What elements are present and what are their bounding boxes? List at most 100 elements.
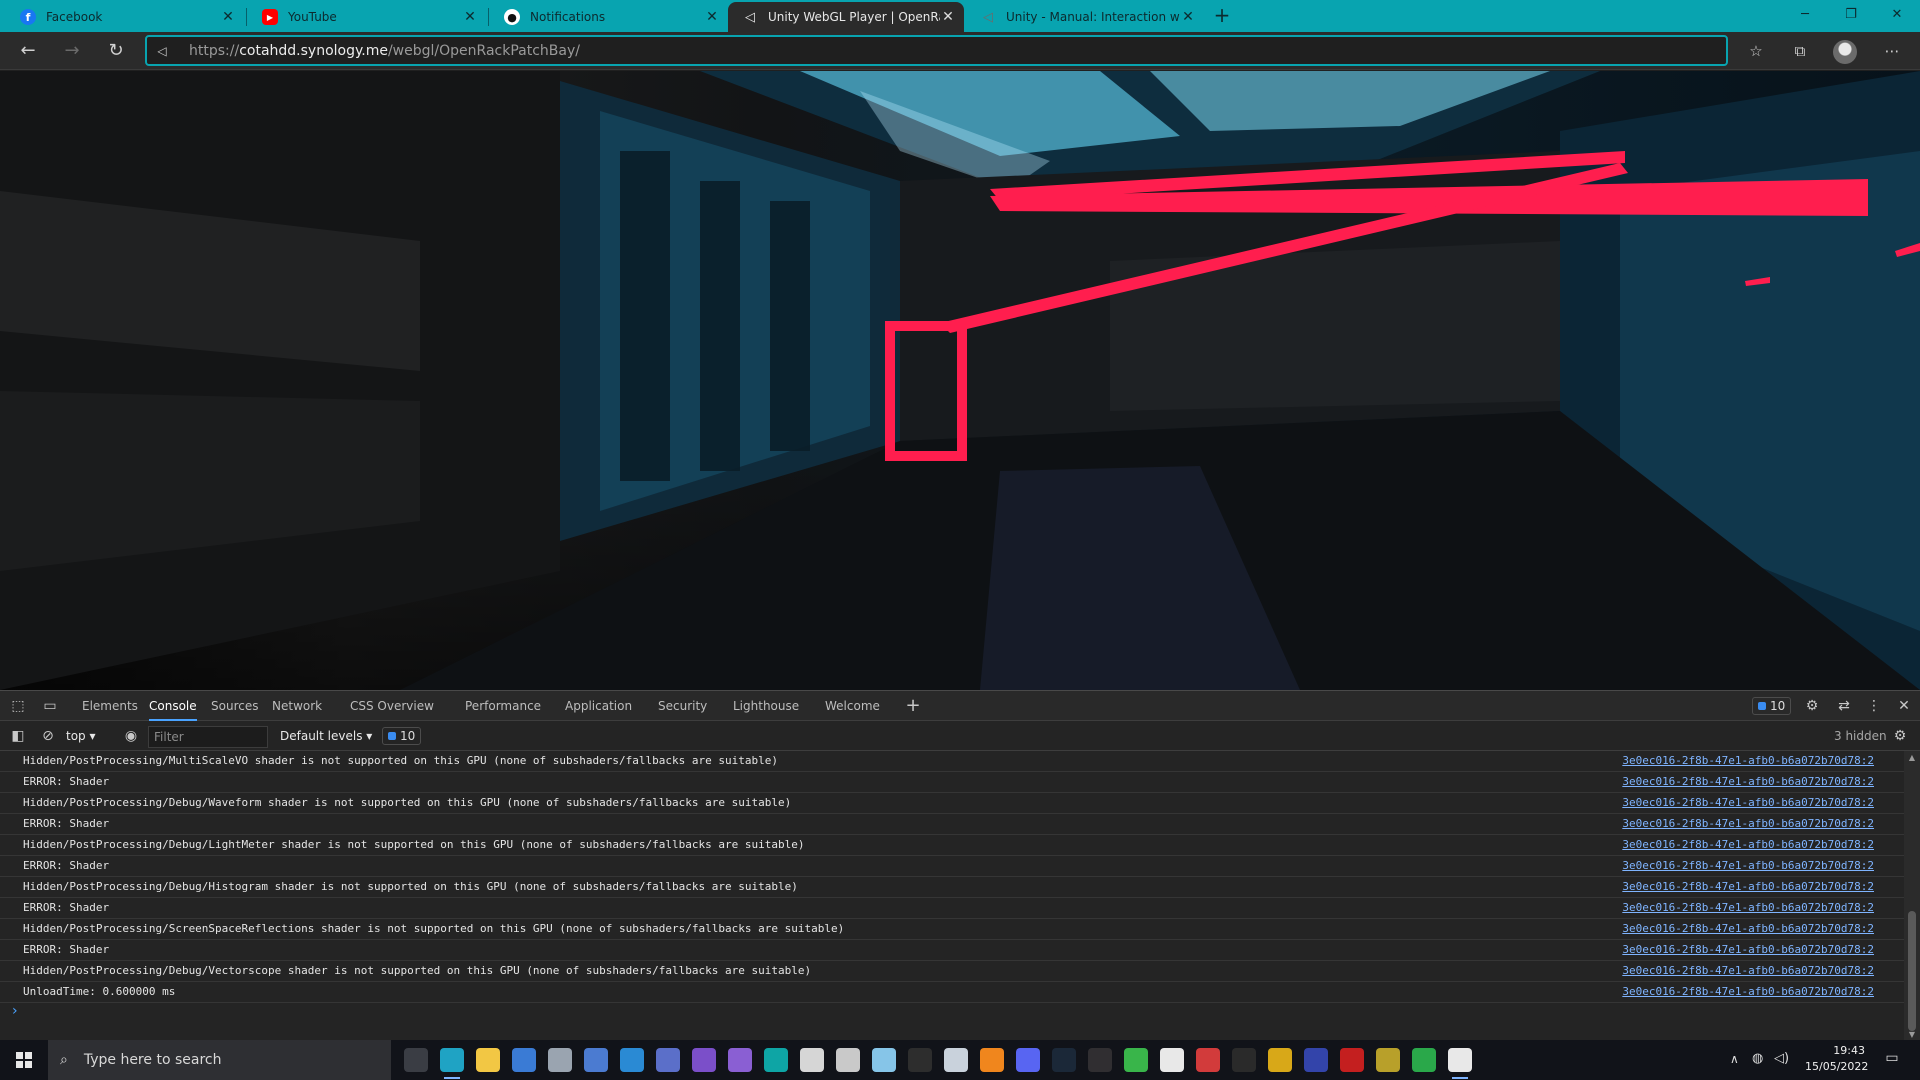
app-icon-12[interactable] <box>800 1048 824 1072</box>
collections-icon[interactable]: ⧉ <box>1786 37 1814 65</box>
tab-sources[interactable]: Sources <box>211 691 258 721</box>
network-icon[interactable]: ◍ <box>1752 1051 1763 1066</box>
close-window-button[interactable]: ✕ <box>1874 0 1920 32</box>
app-icon-6[interactable] <box>584 1048 608 1072</box>
arduino-icon[interactable] <box>764 1048 788 1072</box>
app-icon-27[interactable] <box>1340 1048 1364 1072</box>
app-icon-28[interactable] <box>1376 1048 1400 1072</box>
url-text[interactable]: https://cotahdd.synology.me/webgl/OpenRa… <box>177 43 580 59</box>
scrollbar-thumb[interactable] <box>1908 911 1916 1031</box>
site-info-icon[interactable]: ◁ <box>147 44 177 58</box>
reload-button[interactable]: ↻ <box>102 37 130 65</box>
console-prompt[interactable]: › <box>12 1003 18 1019</box>
tab-css-overview[interactable]: CSS Overview <box>350 691 434 721</box>
source-link[interactable]: 3e0ec016-2f8b-47e1-afb0-b6a072b70d78:2 <box>1622 919 1874 939</box>
close-devtools-icon[interactable]: ✕ <box>1894 697 1914 715</box>
app-icon-16[interactable] <box>944 1048 968 1072</box>
tab-facebook[interactable]: f Facebook ✕ <box>6 2 244 32</box>
favorites-star-icon[interactable]: ☆ <box>1742 37 1770 65</box>
unity-hub-icon[interactable] <box>1160 1048 1184 1072</box>
blender-icon[interactable] <box>980 1048 1004 1072</box>
tab-network[interactable]: Network <box>272 691 322 721</box>
edge-icon[interactable] <box>440 1048 464 1079</box>
devtools-menu-icon[interactable]: ⋮ <box>1864 697 1884 715</box>
close-tab-icon[interactable]: ✕ <box>940 9 956 25</box>
source-link[interactable]: 3e0ec016-2f8b-47e1-afb0-b6a072b70d78:2 <box>1622 982 1874 1002</box>
profile-avatar[interactable] <box>1833 40 1857 64</box>
new-tab-button[interactable]: + <box>1210 4 1234 28</box>
taskbar-clock[interactable]: 19:43 15/05/2022 <box>1805 1043 1868 1075</box>
store-icon[interactable] <box>512 1048 536 1072</box>
notifications-icon[interactable]: ▭ <box>1882 1050 1902 1070</box>
tab-security[interactable]: Security <box>658 691 707 721</box>
console-filter-input[interactable] <box>148 726 268 748</box>
tab-unity-webgl-player[interactable]: ◁ Unity WebGL Player | OpenRackF ✕ <box>728 2 964 32</box>
close-tab-icon[interactable]: ✕ <box>220 9 236 25</box>
taskbar-search-box[interactable]: ⌕ Type here to search <box>48 1040 391 1080</box>
source-link[interactable]: 3e0ec016-2f8b-47e1-afb0-b6a072b70d78:2 <box>1622 877 1874 897</box>
restore-button[interactable]: ❐ <box>1828 0 1874 32</box>
steam-icon[interactable] <box>1052 1048 1076 1072</box>
source-link[interactable]: 3e0ec016-2f8b-47e1-afb0-b6a072b70d78:2 <box>1622 835 1874 855</box>
app-icon-14[interactable] <box>872 1048 896 1072</box>
close-tab-icon[interactable]: ✕ <box>462 9 478 25</box>
tab-performance[interactable]: Performance <box>465 691 541 721</box>
source-link[interactable]: 3e0ec016-2f8b-47e1-afb0-b6a072b70d78:2 <box>1622 940 1874 960</box>
sidebar-toggle-icon[interactable]: ◧ <box>8 727 28 745</box>
source-link[interactable]: 3e0ec016-2f8b-47e1-afb0-b6a072b70d78:2 <box>1622 751 1874 771</box>
console-scrollbar[interactable]: ▲ ▼ <box>1904 751 1920 1041</box>
tab-lighthouse[interactable]: Lighthouse <box>733 691 799 721</box>
tab-console[interactable]: Console <box>149 691 197 721</box>
xbox-icon[interactable] <box>1124 1048 1148 1072</box>
issues-counter-badge[interactable]: 10 <box>1752 697 1792 715</box>
source-link[interactable]: 3e0ec016-2f8b-47e1-afb0-b6a072b70d78:2 <box>1622 793 1874 813</box>
close-tab-icon[interactable]: ✕ <box>1180 9 1196 25</box>
obs-icon[interactable] <box>1088 1048 1112 1072</box>
source-link[interactable]: 3e0ec016-2f8b-47e1-afb0-b6a072b70d78:2 <box>1622 814 1874 834</box>
terminal-icon[interactable] <box>908 1048 932 1072</box>
app-icon-26[interactable] <box>1304 1048 1328 1072</box>
github-desktop-icon[interactable] <box>728 1048 752 1072</box>
live-expression-eye-icon[interactable]: ◉ <box>121 727 141 745</box>
file-explorer-icon[interactable] <box>476 1048 500 1072</box>
source-link[interactable]: 3e0ec016-2f8b-47e1-afb0-b6a072b70d78:2 <box>1622 961 1874 981</box>
visual-studio-code-icon[interactable] <box>620 1048 644 1072</box>
visual-studio-icon[interactable] <box>692 1048 716 1072</box>
source-link[interactable]: 3e0ec016-2f8b-47e1-afb0-b6a072b70d78:2 <box>1622 772 1874 792</box>
windows-start-icon[interactable] <box>4 1040 44 1080</box>
app-icon-24[interactable] <box>1232 1048 1256 1072</box>
forward-button[interactable]: → <box>58 37 86 65</box>
more-tools-plus-icon[interactable]: + <box>903 697 923 715</box>
unity-icon[interactable] <box>1448 1048 1472 1079</box>
more-menu-icon[interactable]: ⋯ <box>1878 37 1906 65</box>
scroll-up-arrow-icon[interactable]: ▲ <box>1904 753 1920 762</box>
unity-webgl-canvas[interactable] <box>0 71 1920 690</box>
settings-gear-icon[interactable]: ⚙ <box>1802 697 1822 715</box>
minimize-button[interactable]: ─ <box>1782 0 1828 32</box>
app-icon-25[interactable] <box>1268 1048 1292 1072</box>
inspect-element-icon[interactable]: ⬚ <box>8 697 28 715</box>
log-levels-dropdown[interactable]: Default levels ▾ <box>280 727 372 745</box>
context-selector[interactable]: top ▾ <box>66 727 110 745</box>
close-tab-icon[interactable]: ✕ <box>704 9 720 25</box>
app-icon-23[interactable] <box>1196 1048 1220 1072</box>
tab-unity-manual[interactable]: ◁ Unity - Manual: Interaction with ✕ <box>966 2 1204 32</box>
message-count-badge[interactable]: 10 <box>382 727 422 745</box>
address-bar[interactable]: ◁ https://cotahdd.synology.me/webgl/Open… <box>145 35 1728 66</box>
device-emulation-icon[interactable]: ▭ <box>40 697 60 715</box>
discord-icon[interactable] <box>1016 1048 1040 1072</box>
volume-icon[interactable]: ◁) <box>1774 1051 1789 1066</box>
tab-welcome[interactable]: Welcome <box>825 691 880 721</box>
task-view-icon[interactable] <box>404 1048 428 1072</box>
app-icon-5[interactable] <box>548 1048 572 1072</box>
tab-youtube[interactable]: ▶ YouTube ✕ <box>248 2 486 32</box>
tab-elements[interactable]: Elements <box>82 691 138 721</box>
tab-notifications[interactable]: ● Notifications ✕ <box>490 2 728 32</box>
app-icon-8[interactable] <box>656 1048 680 1072</box>
tab-application[interactable]: Application <box>565 691 632 721</box>
send-feedback-icon[interactable]: ⇄ <box>1834 697 1854 715</box>
app-icon-29[interactable] <box>1412 1048 1436 1072</box>
clear-console-icon[interactable]: ⊘ <box>38 727 58 745</box>
show-hidden-icons-chevron-icon[interactable]: ∧ <box>1730 1052 1739 1066</box>
app-icon-13[interactable] <box>836 1048 860 1072</box>
